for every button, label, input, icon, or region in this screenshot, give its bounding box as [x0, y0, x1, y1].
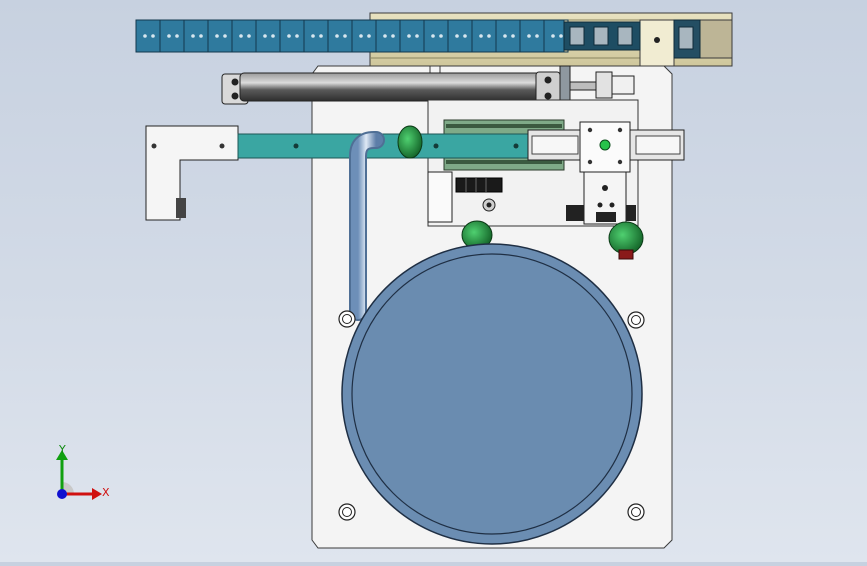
chain-link-hole — [367, 34, 371, 38]
chain-link-hole — [287, 34, 291, 38]
chain-link-hole — [503, 34, 507, 38]
chain-link-hole — [439, 34, 443, 38]
chain-link-hole — [335, 34, 339, 38]
mounting-hole — [627, 503, 645, 521]
chain-link-hole — [343, 34, 347, 38]
chain-link-hole — [391, 34, 395, 38]
chain-link-hole — [407, 34, 411, 38]
chain-link-hole — [479, 34, 483, 38]
chain-link-hole — [383, 34, 387, 38]
chain-link-hole — [263, 34, 267, 38]
chain-link-hole — [527, 34, 531, 38]
chain-link-hole — [415, 34, 419, 38]
chain-link-hole — [239, 34, 243, 38]
chain-link-hole — [167, 34, 171, 38]
cad-viewport[interactable]: X Y — [0, 0, 867, 562]
chain-link-hole — [511, 34, 515, 38]
l-bracket[interactable] — [145, 125, 239, 221]
orientation-triad[interactable] — [56, 450, 102, 500]
chain-link-hole — [535, 34, 539, 38]
chain-link-hole — [551, 34, 555, 38]
chain-link-hole — [311, 34, 315, 38]
triad-x-label: X — [102, 486, 110, 499]
chain-link-hole — [199, 34, 203, 38]
chain-link-hole — [487, 34, 491, 38]
circular-tank[interactable] — [341, 243, 643, 545]
chain-link-hole — [247, 34, 251, 38]
chain-link-hole — [319, 34, 323, 38]
chain-link-hole — [271, 34, 275, 38]
chain-link-hole — [455, 34, 459, 38]
mounting-hole — [627, 311, 645, 329]
chain-link-hole — [431, 34, 435, 38]
gripper-mount[interactable] — [583, 171, 627, 225]
chain-link-hole — [359, 34, 363, 38]
chain-link-hole — [175, 34, 179, 38]
chain-link-hole — [191, 34, 195, 38]
chain-link-hole — [463, 34, 467, 38]
triad-y-label: Y — [59, 443, 66, 456]
chain-link-hole — [559, 34, 563, 38]
chain-link-hole — [223, 34, 227, 38]
chain-link-hole — [295, 34, 299, 38]
mounting-hole — [338, 503, 356, 521]
model-canvas[interactable] — [0, 0, 867, 562]
chain-link-hole — [215, 34, 219, 38]
mounting-hole — [338, 310, 356, 328]
chain-link-hole — [143, 34, 147, 38]
chain-link-hole — [151, 34, 155, 38]
triad-z-axis — [57, 489, 67, 499]
